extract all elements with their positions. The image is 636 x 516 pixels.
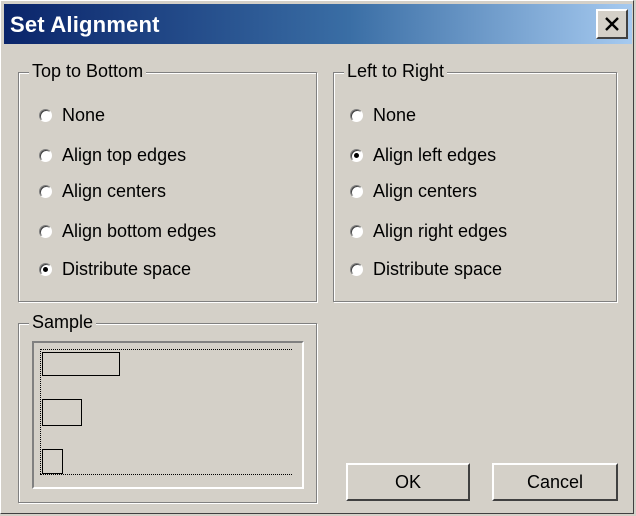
radio-label: Align top edges	[62, 144, 187, 165]
ok-button[interactable]: OK	[346, 463, 470, 501]
radio-button[interactable]	[39, 184, 52, 198]
sample-rect-medium	[42, 399, 82, 426]
close-button[interactable]	[596, 9, 628, 39]
lr-radio-align-left-edges[interactable]: Align left edges	[350, 143, 496, 167]
lr-radio-align-right-edges[interactable]: Align right edges	[350, 219, 507, 243]
radio-button[interactable]	[350, 184, 363, 198]
tb-radio-align-bottom-edges[interactable]: Align bottom edges	[39, 219, 216, 243]
radio-button[interactable]	[39, 224, 52, 238]
lr-radio-distribute-space[interactable]: Distribute space	[350, 257, 502, 281]
sample-legend: Sample	[29, 311, 97, 333]
radio-label: Align centers	[62, 180, 167, 201]
sample-rect-small	[42, 449, 63, 474]
sample-left-guide	[40, 349, 41, 474]
radio-label: Align centers	[373, 180, 478, 201]
radio-button-selected[interactable]	[350, 148, 363, 162]
left-to-right-legend: Left to Right	[344, 60, 448, 82]
set-alignment-dialog: Set Alignment Top to Bottom None Align t…	[0, 0, 634, 514]
sample-top-guide	[40, 349, 292, 350]
radio-button[interactable]	[350, 224, 363, 238]
radio-label: None	[62, 104, 106, 125]
radio-label: Align left edges	[373, 144, 497, 165]
radio-button[interactable]	[39, 108, 52, 122]
window-title: Set Alignment	[10, 12, 160, 37]
sample-rect-wide	[42, 352, 120, 376]
lr-radio-none[interactable]: None	[350, 103, 416, 127]
radio-label: Distribute space	[62, 258, 192, 279]
sample-preview	[32, 341, 304, 489]
close-icon	[605, 17, 619, 31]
radio-button[interactable]	[350, 262, 363, 276]
cancel-button[interactable]: Cancel	[492, 463, 618, 501]
radio-label: Align right edges	[373, 220, 508, 241]
radio-label: Align bottom edges	[62, 220, 217, 241]
left-to-right-group: Left to Right None Align left edges Alig…	[333, 60, 617, 302]
tb-radio-distribute-space[interactable]: Distribute space	[39, 257, 191, 281]
tb-radio-none[interactable]: None	[39, 103, 105, 127]
top-to-bottom-group: Top to Bottom None Align top edges Align…	[18, 60, 317, 302]
radio-label: Distribute space	[373, 258, 503, 279]
sample-group: Sample	[18, 311, 317, 503]
radio-label: None	[373, 104, 417, 125]
top-to-bottom-legend: Top to Bottom	[29, 60, 147, 82]
radio-button[interactable]	[350, 108, 363, 122]
sample-bottom-guide	[40, 474, 292, 475]
title-bar[interactable]: Set Alignment	[4, 4, 632, 44]
tb-radio-align-top-edges[interactable]: Align top edges	[39, 143, 186, 167]
radio-button[interactable]	[39, 148, 52, 162]
lr-radio-align-centers[interactable]: Align centers	[350, 179, 477, 203]
tb-radio-align-centers[interactable]: Align centers	[39, 179, 166, 203]
radio-button-selected[interactable]	[39, 262, 52, 276]
